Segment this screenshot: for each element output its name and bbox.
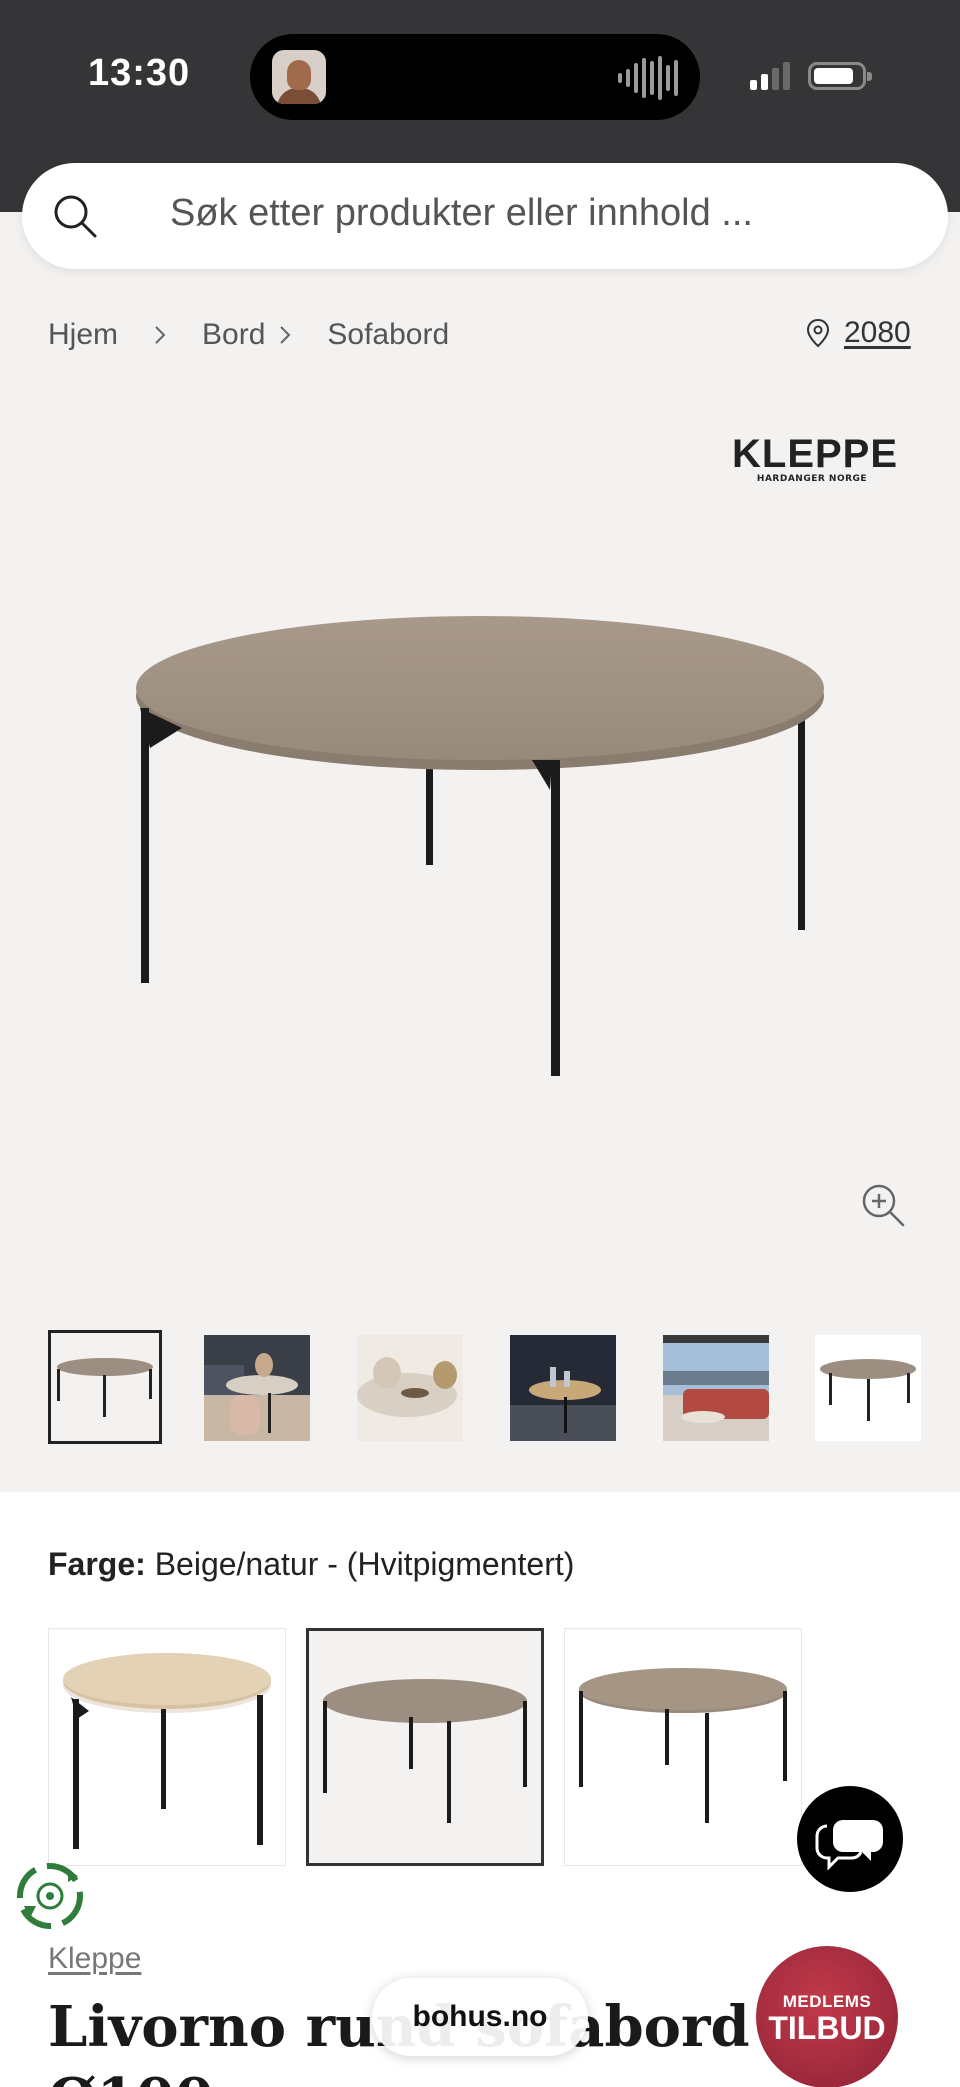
thumbnail[interactable] <box>48 1330 162 1444</box>
browser-url-bar[interactable]: bohus.no <box>372 1978 588 2056</box>
product-title-size: Ø100 <box>48 2066 214 2087</box>
product-image[interactable] <box>120 600 840 1100</box>
audio-waveform-icon <box>618 56 678 100</box>
thumbnail[interactable] <box>663 1335 769 1441</box>
location-pin-icon <box>806 318 830 348</box>
brand-logo: KLEPPE HARDANGER NORGE <box>732 432 899 484</box>
now-playing-artwork <box>272 50 326 104</box>
breadcrumb-item-sofabord[interactable]: Sofabord <box>327 318 449 352</box>
color-swatch[interactable] <box>564 1628 802 1866</box>
chat-button[interactable] <box>797 1786 903 1892</box>
thumbnail[interactable] <box>815 1335 921 1441</box>
color-swatch[interactable] <box>48 1628 286 1866</box>
color-value: Beige/natur - (Hvitpigmentert) <box>154 1546 575 1582</box>
search-icon <box>54 195 97 238</box>
thumbnail[interactable] <box>510 1335 616 1441</box>
chevron-right-icon <box>265 324 305 346</box>
chevron-right-icon <box>140 324 180 346</box>
search-bar[interactable]: Søk etter produkter eller innhold ... <box>22 163 948 269</box>
color-label: Farge: <box>48 1546 146 1582</box>
search-input[interactable]: Søk etter produkter eller innhold ... <box>170 192 753 235</box>
badge-line1: MEDLEMS <box>782 1992 872 2011</box>
brand-logo-name: KLEPPE <box>732 432 899 476</box>
member-offer-badge: MEDLEMS TILBUD <box>756 1946 898 2087</box>
store-postcode[interactable]: 2080 <box>844 316 911 350</box>
thumbnail[interactable] <box>204 1335 310 1441</box>
store-selector[interactable]: 2080 <box>806 316 911 350</box>
battery-icon <box>808 62 872 90</box>
chat-icon <box>815 1820 883 1871</box>
color-selector-label: Farge: Beige/natur - (Hvitpigmentert) <box>48 1546 574 1583</box>
recycle-icon[interactable] <box>16 1862 84 1930</box>
breadcrumb-item-hjem[interactable]: Hjem <box>48 318 118 352</box>
dynamic-island[interactable] <box>250 34 700 120</box>
status-time: 13:30 <box>88 52 191 94</box>
thumbnail[interactable] <box>357 1335 463 1441</box>
thumbnail-strip <box>0 1330 960 1446</box>
color-swatch-selected[interactable] <box>306 1628 544 1866</box>
product-brand-link[interactable]: Kleppe <box>48 1942 141 1976</box>
breadcrumb-item-bord[interactable]: Bord <box>202 318 265 352</box>
badge-line2: TILBUD <box>768 2010 886 2046</box>
breadcrumb: Hjem Bord Sofabord <box>48 318 449 352</box>
zoom-in-icon[interactable] <box>860 1182 906 1228</box>
cellular-signal-icon <box>750 62 790 90</box>
